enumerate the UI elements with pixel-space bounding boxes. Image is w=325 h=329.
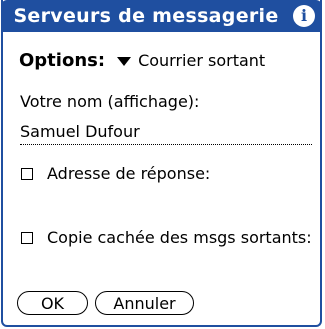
info-icon[interactable]: i xyxy=(293,5,315,27)
options-row: Options: Courrier sortant xyxy=(19,48,265,72)
display-name-field[interactable]: Samuel Dufour xyxy=(20,120,312,145)
options-selected-value: Courrier sortant xyxy=(138,50,266,70)
bcc-row[interactable]: Copie cachée des msgs sortants: xyxy=(21,228,312,247)
bcc-checkbox[interactable] xyxy=(21,231,33,244)
reply-address-label: Adresse de réponse: xyxy=(47,164,211,183)
reply-address-checkbox[interactable] xyxy=(21,167,33,180)
reply-address-row[interactable]: Adresse de réponse: xyxy=(21,164,210,183)
ok-button[interactable]: OK xyxy=(17,291,88,315)
options-dropdown[interactable]: Courrier sortant xyxy=(117,51,265,70)
dialog-title: Serveurs de messagerie xyxy=(13,5,279,27)
cancel-button[interactable]: Annuler xyxy=(95,291,194,315)
title-bar: Serveurs de messagerie i xyxy=(1,0,322,32)
dropdown-arrow-icon xyxy=(117,56,132,66)
options-label: Options: xyxy=(19,49,106,71)
bcc-label: Copie cachée des msgs sortants: xyxy=(47,228,312,247)
display-name-label: Votre nom (affichage): xyxy=(20,92,200,111)
